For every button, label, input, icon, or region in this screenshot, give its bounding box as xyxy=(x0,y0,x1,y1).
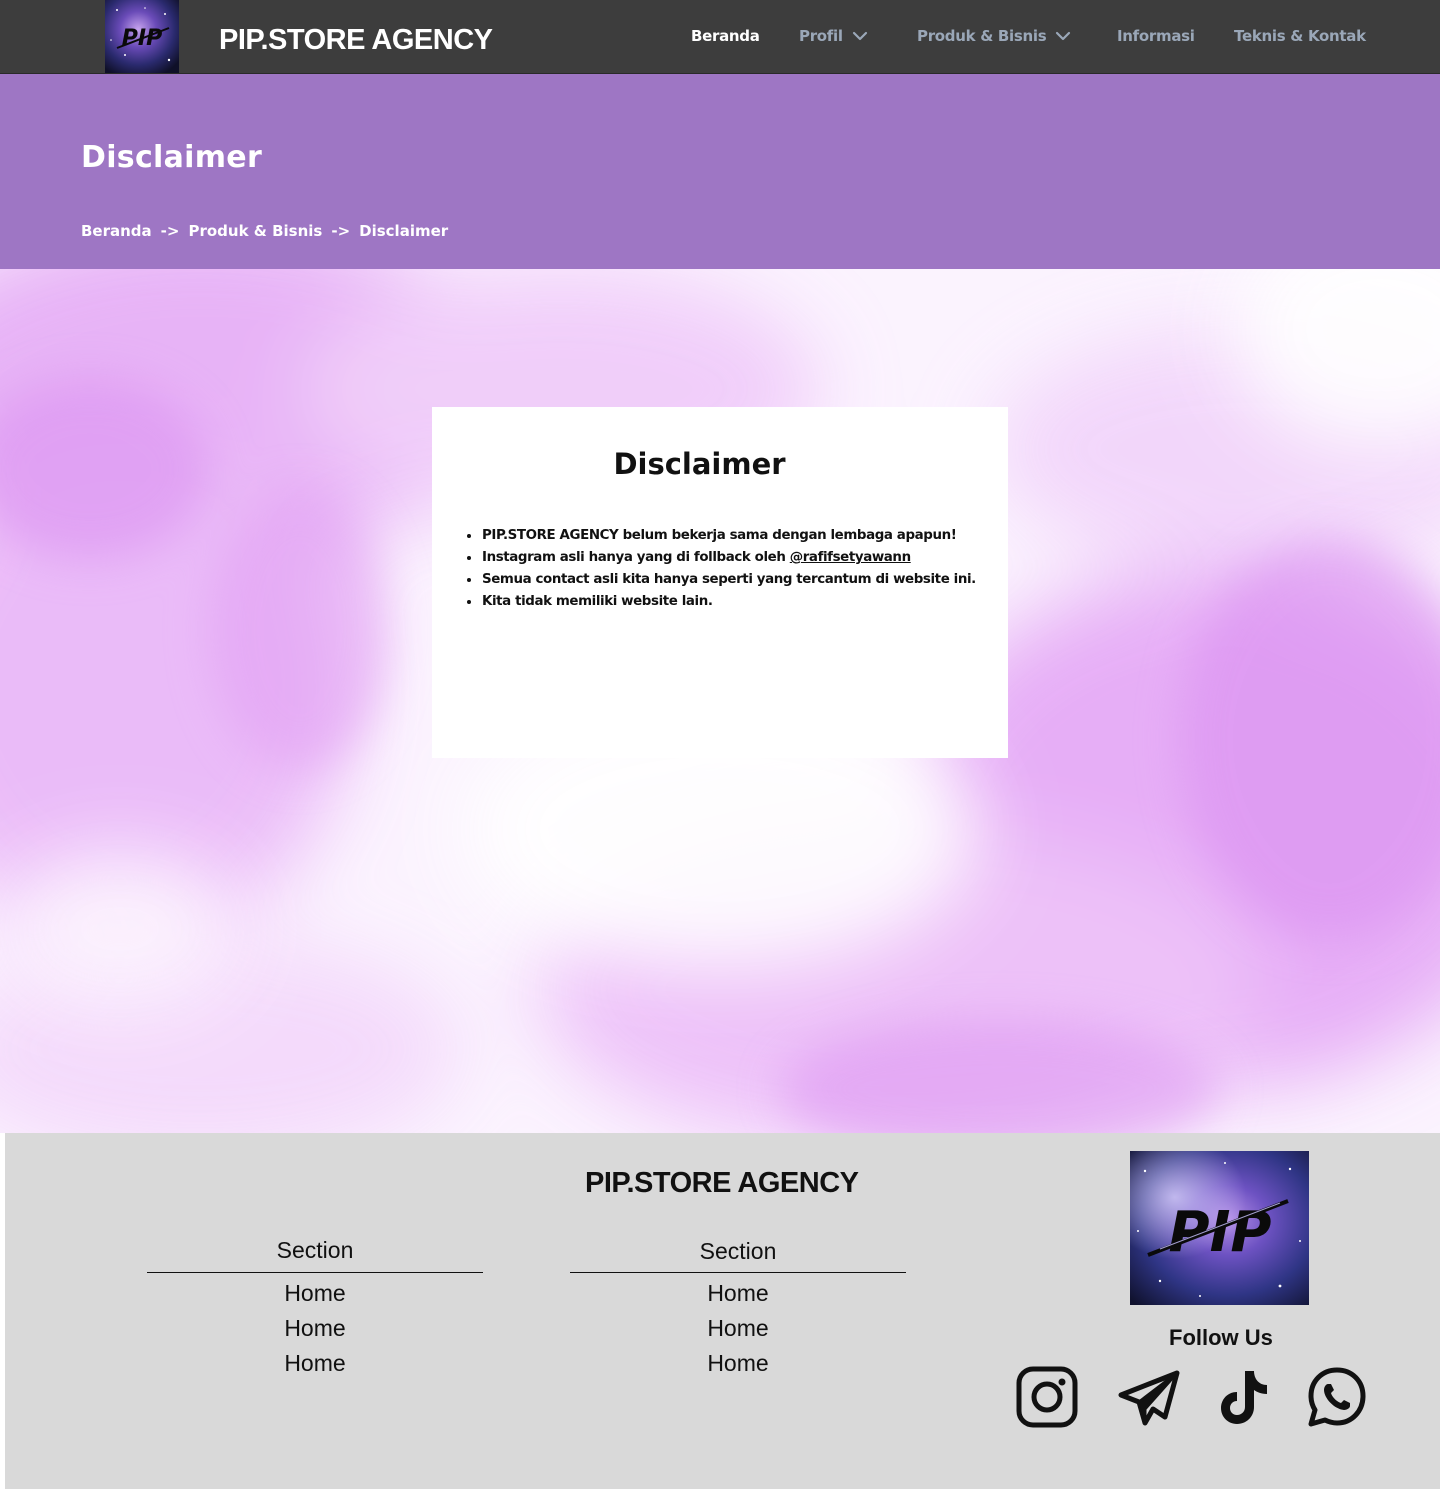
chevron-down-icon xyxy=(852,31,867,41)
nav-logo[interactable]: PIP xyxy=(105,0,179,73)
disclaimer-card: Disclaimer PIP.STORE AGENCY belum bekerj… xyxy=(432,407,1008,758)
footer-column-1: Section Home Home Home xyxy=(147,1228,483,1381)
list-item-text: Semua contact asli kita hanya seperti ya… xyxy=(482,572,976,587)
follow-us-label: Follow Us xyxy=(1169,1325,1273,1350)
footer-logo-text: PIP xyxy=(1169,1200,1272,1265)
nav-item-label: Teknis & Kontak xyxy=(1234,27,1366,45)
nav-item-label: Informasi xyxy=(1117,27,1195,45)
list-item: Semua contact asli kita hanya seperti ya… xyxy=(467,569,976,591)
footer-link-home[interactable]: Home xyxy=(147,1276,483,1311)
card-title: Disclaimer xyxy=(613,447,786,481)
nav-item-label: Produk & Bisnis xyxy=(917,27,1047,45)
footer-link-home[interactable]: Home xyxy=(570,1311,906,1346)
instagram-handle-link[interactable]: @rafifsetyawann xyxy=(790,550,911,565)
list-item: Kita tidak memiliki website lain. xyxy=(467,591,976,613)
nav-item-beranda[interactable]: Beranda xyxy=(691,27,760,45)
top-navbar: PIP PIP.STORE AGENCY Beranda Profil Prod… xyxy=(0,0,1440,74)
breadcrumb-separator: -> xyxy=(331,222,351,240)
disclaimer-list: PIP.STORE AGENCY belum bekerja sama deng… xyxy=(467,525,976,613)
nav-item-produk-bisnis[interactable]: Produk & Bisnis xyxy=(917,27,1072,45)
footer: PIP.STORE AGENCY Section Home Home Home … xyxy=(5,1133,1440,1489)
list-item-text: Kita tidak memiliki website lain. xyxy=(482,594,713,609)
footer-brand: PIP.STORE AGENCY xyxy=(585,1167,859,1199)
footer-link-home[interactable]: Home xyxy=(570,1346,906,1381)
footer-divider xyxy=(570,1272,906,1273)
nav-item-informasi[interactable]: Informasi xyxy=(1117,27,1195,45)
breadcrumb-produk-bisnis[interactable]: Produk & Bisnis xyxy=(188,222,322,240)
breadcrumb-beranda[interactable]: Beranda xyxy=(81,222,152,240)
nav-item-label: Profil xyxy=(799,27,843,45)
footer-link-home[interactable]: Home xyxy=(147,1311,483,1346)
footer-column-heading: Section xyxy=(699,1238,777,1264)
list-item-text: Instagram asli hanya yang di follback ol… xyxy=(482,550,790,565)
footer-logo: PIP xyxy=(1130,1151,1309,1305)
breadcrumb-separator: -> xyxy=(160,222,180,240)
footer-column-2: Section Home Home Home xyxy=(570,1231,906,1381)
list-item-text: PIP.STORE AGENCY belum bekerja sama deng… xyxy=(482,528,957,543)
chevron-down-icon xyxy=(1056,31,1071,41)
footer-link-home[interactable]: Home xyxy=(570,1276,906,1311)
nav-item-teknis-kontak[interactable]: Teknis & Kontak xyxy=(1234,27,1366,45)
telegram-icon[interactable] xyxy=(1117,1365,1181,1429)
instagram-icon[interactable] xyxy=(1015,1365,1079,1429)
page-header-band: Disclaimer Beranda -> Produk & Bisnis ->… xyxy=(0,74,1440,269)
list-item: PIP.STORE AGENCY belum bekerja sama deng… xyxy=(467,525,976,547)
footer-link-home[interactable]: Home xyxy=(147,1346,483,1381)
nav-item-profil[interactable]: Profil xyxy=(799,27,869,45)
main-content: Disclaimer PIP.STORE AGENCY belum bekerj… xyxy=(0,269,1440,1133)
breadcrumb: Beranda -> Produk & Bisnis -> Disclaimer xyxy=(81,222,448,240)
whatsapp-icon[interactable] xyxy=(1305,1365,1369,1429)
footer-divider xyxy=(147,1272,483,1273)
breadcrumb-current: Disclaimer xyxy=(359,222,449,240)
page-title: Disclaimer xyxy=(81,140,263,175)
nav-item-label: Beranda xyxy=(691,27,760,45)
footer-column-heading: Section xyxy=(276,1237,354,1263)
brand-title[interactable]: PIP.STORE AGENCY xyxy=(219,24,493,57)
tiktok-icon[interactable] xyxy=(1211,1365,1275,1429)
list-item: Instagram asli hanya yang di follback ol… xyxy=(467,547,976,569)
